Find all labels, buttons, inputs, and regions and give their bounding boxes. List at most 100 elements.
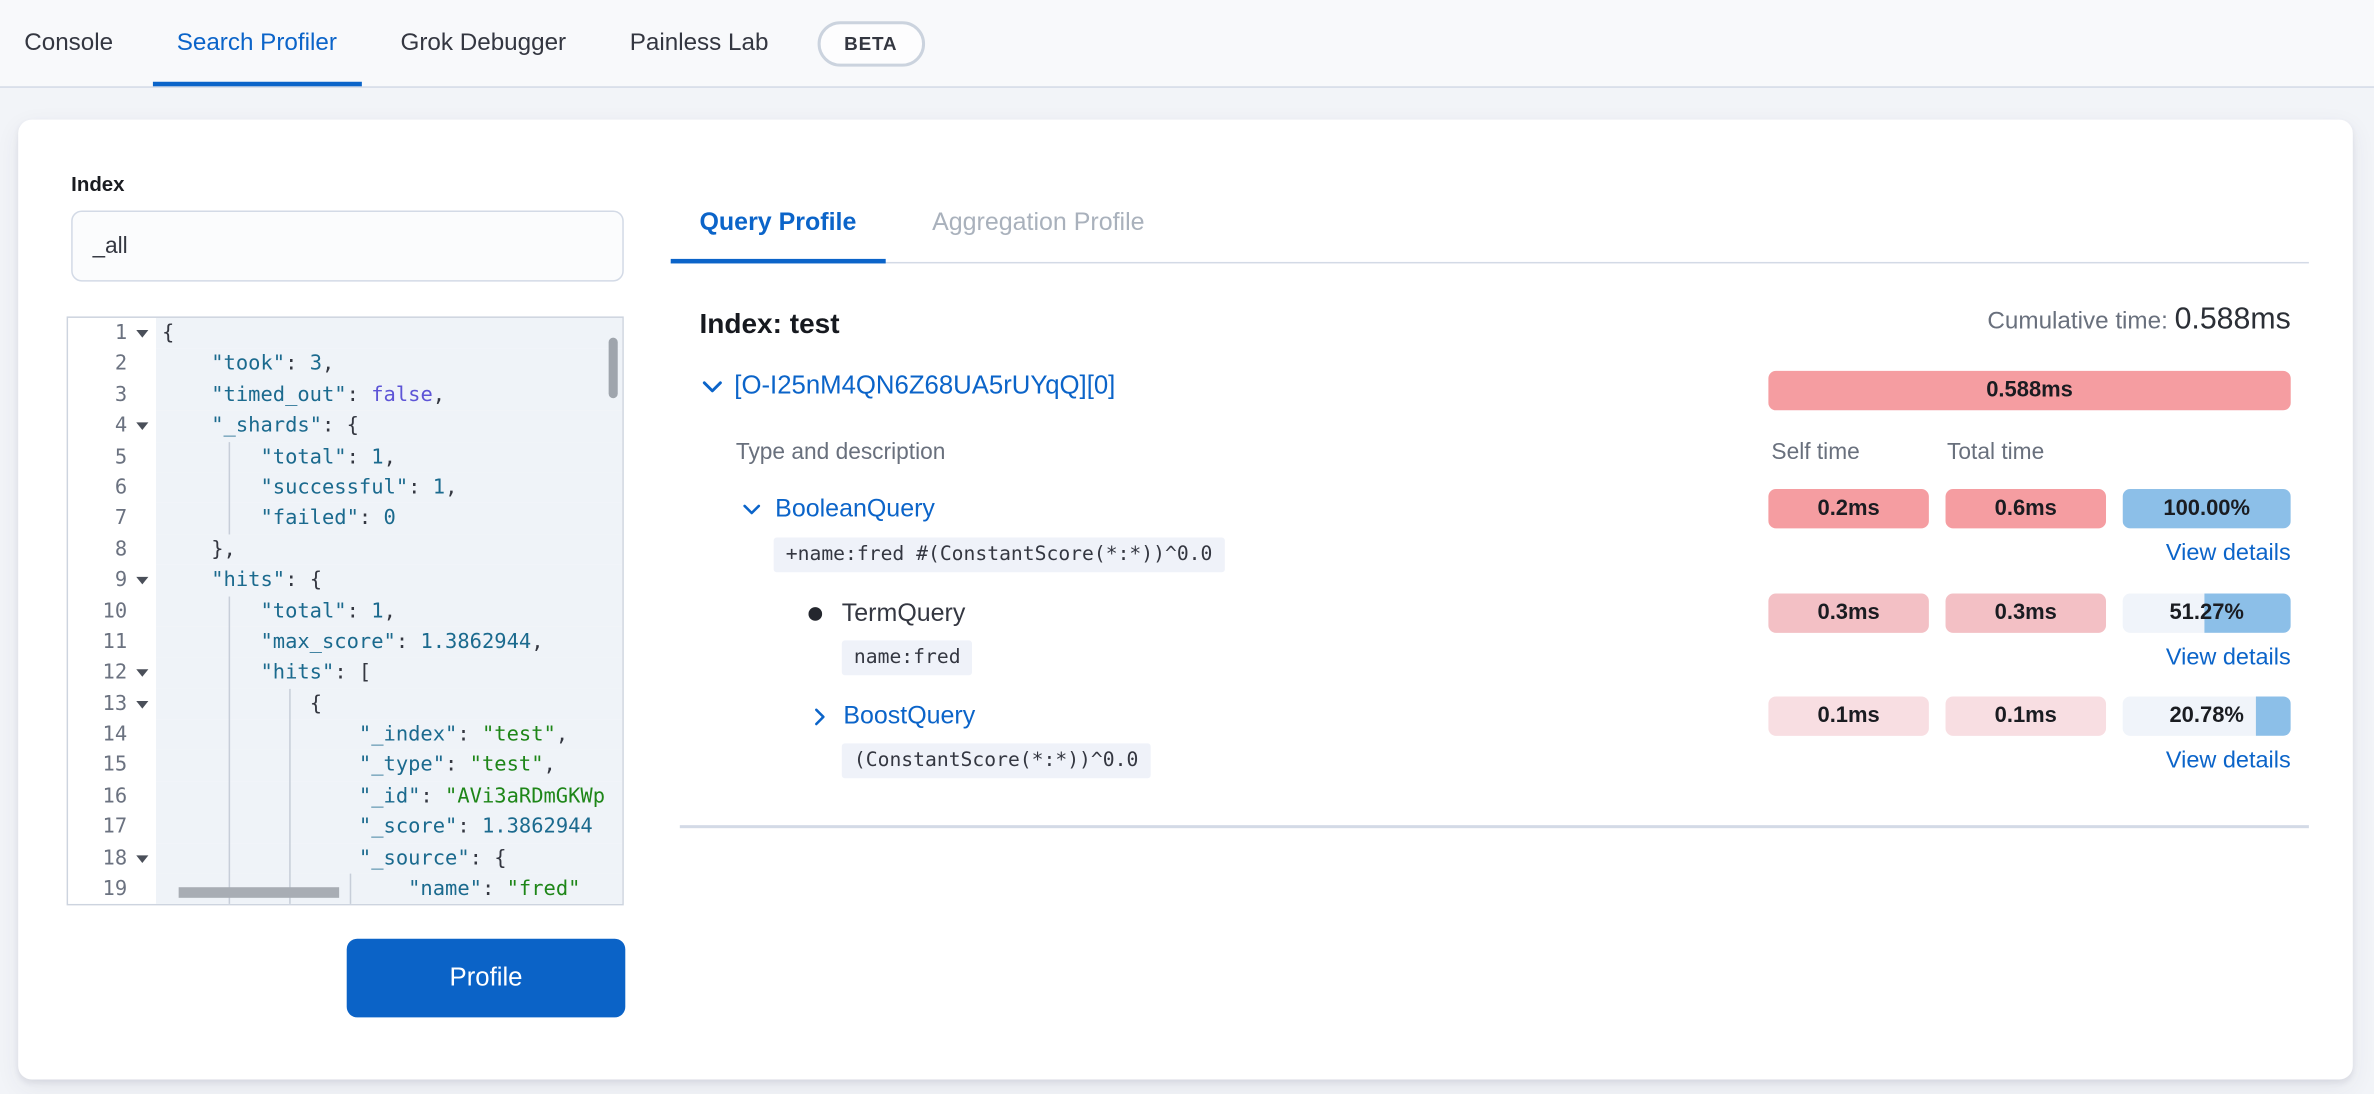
- fold-arrow-icon[interactable]: [136, 670, 148, 678]
- editor-gutter: 6: [68, 472, 156, 503]
- profile-tabs: Query Profile Aggregation Profile: [671, 186, 1192, 263]
- fold-arrow-icon[interactable]: [136, 423, 148, 431]
- editor-gutter: 4: [68, 411, 156, 442]
- shard-time-badge: 0.588ms: [1768, 371, 2290, 410]
- editor-gutter: 17: [68, 812, 156, 843]
- editor-line: 6 "successful": 1,: [68, 472, 622, 503]
- editor-horizontal-scrollbar[interactable]: [179, 887, 339, 898]
- editor-line: 14 "_index": "test",: [68, 719, 622, 750]
- fold-arrow-icon[interactable]: [136, 701, 148, 709]
- editor-line: 5 "total": 1,: [68, 441, 622, 472]
- query-name-link[interactable]: BoostQuery: [843, 702, 975, 731]
- editor-gutter: 10: [68, 596, 156, 627]
- shard-toggle[interactable]: [O-I25nM4QN6Z68UA5rUYqQ][0]: [699, 371, 1115, 401]
- query-name-link[interactable]: BooleanQuery: [775, 494, 935, 523]
- editor-line: 1{: [68, 318, 622, 349]
- devtools-top-nav: Console Search Profiler Grok Debugger Pa…: [0, 0, 2374, 88]
- editor-gutter: 2: [68, 349, 156, 380]
- percent-fill: [2256, 696, 2291, 735]
- editor-gutter: 12: [68, 658, 156, 689]
- cumulative-time-value: 0.588ms: [2175, 303, 2291, 336]
- editor-line: 11 "max_score": 1.3862944,: [68, 627, 622, 658]
- json-editor-lines: 1{2 "took": 3,3 "timed_out": false,4 "_s…: [68, 318, 622, 905]
- editor-gutter: 9: [68, 565, 156, 596]
- editor-gutter: 1: [68, 318, 156, 349]
- query-row-boostquery: BoostQuery: [808, 696, 975, 735]
- editor-line: 19 "name": "fred": [68, 874, 622, 905]
- editor-vertical-scrollbar[interactable]: [609, 338, 618, 399]
- indent-guide: [229, 596, 231, 905]
- percent-badge: 20.78%: [2123, 696, 2291, 735]
- editor-line: 8 },: [68, 534, 622, 565]
- column-total-time: Total time: [1947, 439, 2044, 465]
- tab-search-profiler[interactable]: Search Profiler: [152, 0, 361, 86]
- editor-line: 16 "_id": "AVi3aRDmGKWp: [68, 781, 622, 812]
- editor-line: 2 "took": 3,: [68, 349, 622, 380]
- self-time-badge: 0.3ms: [1768, 593, 1928, 632]
- editor-line: 9 "hits": {: [68, 565, 622, 596]
- view-details-link[interactable]: View details: [2029, 645, 2291, 672]
- column-self-time: Self time: [1771, 439, 1859, 465]
- index-field-label: Index: [71, 173, 124, 196]
- editor-line: 7 "failed": 0: [68, 503, 622, 534]
- editor-line: 12 "hits": [: [68, 658, 622, 689]
- bullet-icon: [808, 606, 822, 620]
- profile-button[interactable]: Profile: [347, 939, 626, 1018]
- shard-id-link[interactable]: [O-I25nM4QN6Z68UA5rUYqQ][0]: [734, 371, 1115, 401]
- total-time-badge: 0.6ms: [1946, 489, 2106, 528]
- fold-arrow-icon[interactable]: [136, 577, 148, 585]
- tab-query-profile[interactable]: Query Profile: [671, 186, 885, 263]
- tab-painless-lab[interactable]: Painless Lab: [605, 0, 792, 86]
- view-details-link[interactable]: View details: [2029, 748, 2291, 775]
- editor-gutter: 18: [68, 843, 156, 874]
- editor-gutter: 3: [68, 380, 156, 411]
- self-time-badge: 0.1ms: [1768, 696, 1928, 735]
- total-time-badge: 0.3ms: [1946, 593, 2106, 632]
- editor-gutter: 11: [68, 627, 156, 658]
- query-name: TermQuery: [842, 599, 966, 628]
- column-type-and-description: Type and description: [736, 439, 946, 465]
- indent-guide: [229, 441, 231, 534]
- query-description: name:fred: [842, 640, 973, 675]
- cumulative-time-label: Cumulative time:: [1987, 309, 2167, 335]
- total-time-badge: 0.1ms: [1946, 696, 2106, 735]
- editor-gutter: 8: [68, 534, 156, 565]
- tab-console[interactable]: Console: [0, 0, 137, 86]
- tab-grok-debugger[interactable]: Grok Debugger: [376, 0, 590, 86]
- editor-gutter: 15: [68, 750, 156, 781]
- editor-line: 4 "_shards": {: [68, 411, 622, 442]
- query-row-termquery: TermQuery: [808, 593, 965, 632]
- cumulative-time: Cumulative time: 0.588ms: [1382, 303, 2290, 338]
- editor-gutter: 5: [68, 441, 156, 472]
- search-profiler-page: Console Search Profiler Grok Debugger Pa…: [0, 0, 2374, 1094]
- query-description: (ConstantScore(*:*))^0.0: [842, 743, 1151, 778]
- editor-line: 3 "timed_out": false,: [68, 380, 622, 411]
- results-bottom-divider: [680, 825, 2309, 828]
- chevron-down-icon[interactable]: [740, 497, 763, 520]
- percent-badge: 100.00%: [2123, 489, 2291, 528]
- editor-gutter: 7: [68, 503, 156, 534]
- editor-line: 13 {: [68, 688, 622, 719]
- fold-arrow-icon[interactable]: [136, 330, 148, 338]
- percent-badge: 51.27%: [2123, 593, 2291, 632]
- editor-line: 17 "_score": 1.3862944: [68, 812, 622, 843]
- editor-gutter: 16: [68, 781, 156, 812]
- chevron-down-icon: [699, 373, 725, 399]
- editor-line: 10 "total": 1,: [68, 596, 622, 627]
- query-description: +name:fred #(ConstantScore(*:*))^0.0: [774, 537, 1225, 572]
- indent-guide: [289, 689, 291, 906]
- query-row-booleanquery: BooleanQuery: [740, 489, 935, 528]
- editor-line: 18 "_source": {: [68, 843, 622, 874]
- tab-aggregation-profile: Aggregation Profile: [903, 186, 1173, 263]
- index-heading: Index: test: [699, 307, 839, 340]
- editor-gutter: 19: [68, 874, 156, 905]
- editor-gutter: 13: [68, 688, 156, 719]
- json-query-editor[interactable]: 1{2 "took": 3,3 "timed_out": false,4 "_s…: [67, 316, 624, 905]
- view-details-link[interactable]: View details: [2029, 541, 2291, 568]
- editor-line: 15 "_type": "test",: [68, 750, 622, 781]
- index-input[interactable]: [71, 210, 624, 281]
- indent-guide: [350, 874, 352, 906]
- editor-gutter: 14: [68, 719, 156, 750]
- chevron-right-icon[interactable]: [808, 705, 831, 728]
- fold-arrow-icon[interactable]: [136, 855, 148, 863]
